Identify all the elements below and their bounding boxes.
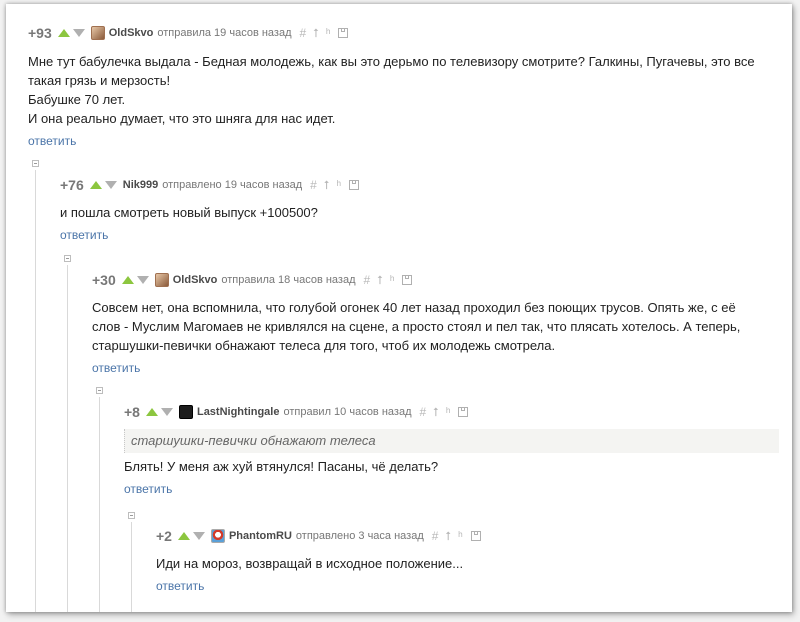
parent-icon[interactable]: ʰ: [326, 26, 331, 40]
comment-body: Блять! У меня аж хуй втянулся! Пасаны, ч…: [124, 457, 779, 476]
comment-line: Бабушке 70 лет.: [28, 92, 126, 107]
timestamp[interactable]: отправила 18 часов назад: [221, 274, 355, 286]
reply-link[interactable]: ответить: [156, 579, 204, 593]
up-arrow-icon[interactable]: ⭡: [324, 178, 330, 193]
parent-icon[interactable]: ʰ: [446, 405, 451, 419]
permalink-icon[interactable]: #: [310, 178, 317, 192]
timestamp[interactable]: отправила 19 часов назад: [157, 27, 291, 39]
save-icon[interactable]: [338, 28, 349, 38]
thread-line-4: [131, 522, 132, 612]
avatar[interactable]: [90, 26, 105, 40]
upvote-arrow-icon[interactable]: [57, 29, 70, 37]
comment-body: Совсем нет, она вспомнила, что голубой о…: [92, 298, 778, 355]
up-arrow-icon[interactable]: ⭡: [445, 529, 451, 544]
rating: +30: [92, 272, 116, 288]
reply-link[interactable]: ответить: [60, 228, 108, 242]
collapse-toggle-3[interactable]: [96, 387, 103, 394]
collapse-toggle-1[interactable]: [32, 160, 39, 167]
comment-header: +8 LastNightingale отправил 10 часов наз…: [124, 403, 779, 421]
comment-body: Иди на мороз, возвращай в исходное полож…: [156, 554, 778, 573]
comment-5: +2 PhantomRU отправлено 3 часа назад # ⭡…: [156, 527, 778, 595]
up-arrow-icon[interactable]: ⭡: [433, 405, 439, 420]
comment-body: и пошла смотреть новый выпуск +100500?: [60, 203, 778, 222]
downvote-arrow-icon[interactable]: [72, 29, 85, 37]
thread-line-1: [35, 170, 36, 612]
timestamp[interactable]: отправлено 19 часов назад: [162, 179, 302, 191]
comments-panel: +93 OldSkvo отправила 19 часов назад # ⭡…: [6, 4, 792, 612]
parent-icon[interactable]: ʰ: [458, 529, 463, 543]
rating: +2: [156, 528, 172, 544]
reply-link[interactable]: ответить: [92, 361, 140, 375]
comment-3: +30 OldSkvo отправила 18 часов назад # ⭡…: [92, 271, 778, 377]
save-icon[interactable]: [402, 275, 413, 285]
comment-line: слов - Муслим Магомаев не кривлялся на с…: [92, 319, 741, 334]
comment-line: Совсем нет, она вспомнила, что голубой о…: [92, 300, 736, 315]
save-icon[interactable]: [470, 531, 481, 541]
quoted-text: старшушки-певички обнажают телеса: [124, 429, 779, 453]
upvote-arrow-icon[interactable]: [177, 532, 190, 540]
username[interactable]: OldSkvo: [173, 274, 218, 286]
reply-link[interactable]: ответить: [124, 482, 172, 496]
comment-4: +8 LastNightingale отправил 10 часов наз…: [124, 403, 779, 498]
thread-line-2: [67, 265, 68, 612]
comment-line: Иди на мороз, возвращай в исходное полож…: [156, 556, 464, 571]
collapse-toggle-4[interactable]: [128, 512, 135, 519]
save-icon[interactable]: [349, 180, 360, 190]
username[interactable]: PhantomRU: [229, 530, 292, 542]
comment-header: +76 Nik999 отправлено 19 часов назад # ⭡…: [60, 176, 778, 194]
upvote-arrow-icon[interactable]: [121, 276, 134, 284]
up-arrow-icon[interactable]: ⭡: [377, 273, 383, 288]
downvote-arrow-icon[interactable]: [136, 276, 149, 284]
permalink-icon[interactable]: #: [300, 26, 307, 40]
permalink-icon[interactable]: #: [364, 273, 371, 287]
timestamp[interactable]: отправлено 3 часа назад: [296, 530, 424, 542]
username[interactable]: LastNightingale: [197, 406, 280, 418]
save-icon[interactable]: [458, 407, 469, 417]
avatar[interactable]: [210, 529, 225, 543]
username[interactable]: Nik999: [123, 179, 158, 191]
permalink-icon[interactable]: #: [419, 405, 426, 419]
reply-link[interactable]: ответить: [28, 134, 76, 148]
avatar[interactable]: [154, 273, 169, 287]
comment-line: И она реально думает, что это шняга для …: [28, 111, 336, 126]
parent-icon[interactable]: ʰ: [390, 273, 395, 287]
collapse-toggle-2[interactable]: [64, 255, 71, 262]
comment-header: +93 OldSkvo отправила 19 часов назад # ⭡…: [28, 24, 778, 42]
avatar[interactable]: [178, 405, 193, 419]
permalink-icon[interactable]: #: [432, 529, 439, 543]
timestamp[interactable]: отправил 10 часов назад: [283, 406, 411, 418]
rating: +8: [124, 404, 140, 420]
username[interactable]: OldSkvo: [109, 27, 154, 39]
comment-header: +2 PhantomRU отправлено 3 часа назад # ⭡…: [156, 527, 778, 545]
downvote-arrow-icon[interactable]: [104, 181, 117, 189]
comment-line: и пошла смотреть новый выпуск +100500?: [60, 205, 318, 220]
comment-line: такая грязь и мерзость!: [28, 73, 171, 88]
comment-line: Блять! У меня аж хуй втянулся! Пасаны, ч…: [124, 459, 439, 474]
comment-body: Мне тут бабулечка выдала - Бедная молоде…: [28, 52, 778, 128]
comment-2: +76 Nik999 отправлено 19 часов назад # ⭡…: [60, 176, 778, 244]
comment-header: +30 OldSkvo отправила 18 часов назад # ⭡…: [92, 271, 778, 289]
upvote-arrow-icon[interactable]: [145, 408, 158, 416]
thread-line-3: [99, 397, 100, 612]
upvote-arrow-icon[interactable]: [89, 181, 102, 189]
parent-icon[interactable]: ʰ: [336, 178, 341, 192]
up-arrow-icon[interactable]: ⭡: [313, 26, 319, 41]
comment-1: +93 OldSkvo отправила 19 часов назад # ⭡…: [28, 24, 778, 150]
comment-line: старшушки-певички обнажают телеса для то…: [92, 338, 556, 353]
rating: +76: [60, 177, 84, 193]
downvote-arrow-icon[interactable]: [192, 532, 205, 540]
rating: +93: [28, 25, 52, 41]
comment-line: Мне тут бабулечка выдала - Бедная молоде…: [28, 54, 755, 69]
downvote-arrow-icon[interactable]: [160, 408, 173, 416]
